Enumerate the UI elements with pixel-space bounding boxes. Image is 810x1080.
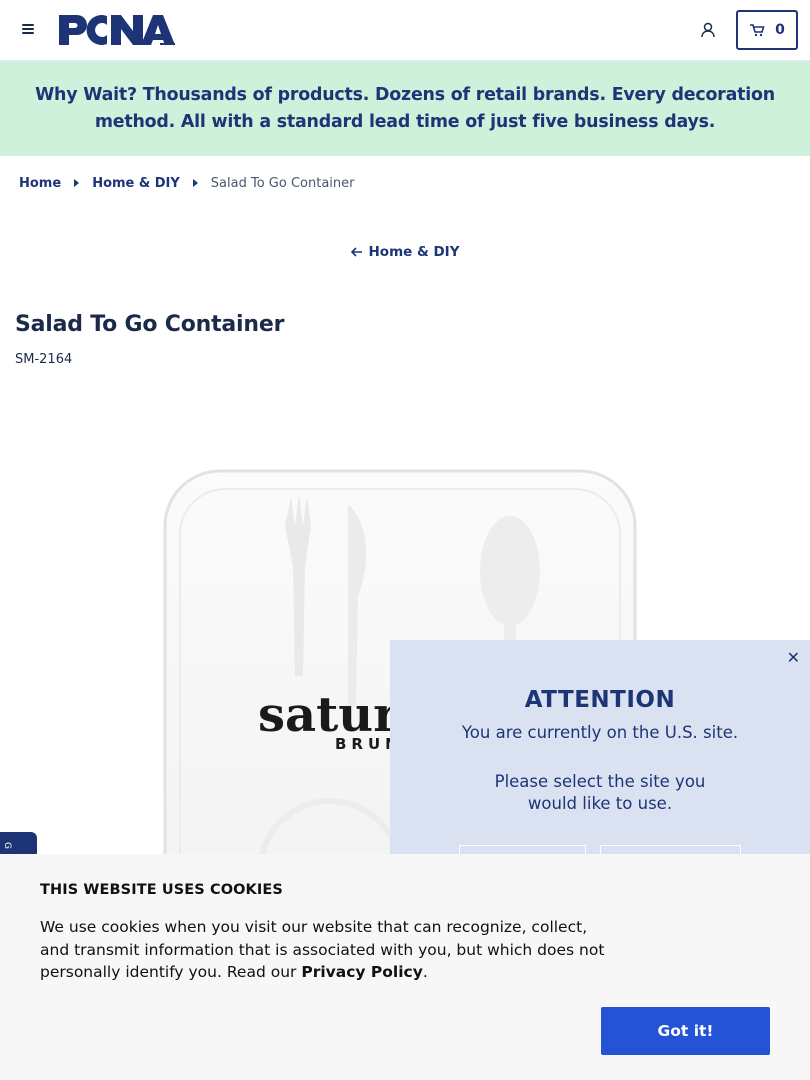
promo-text: Why Wait? Thousands of products. Dozens … <box>14 82 796 136</box>
breadcrumb-current: Salad To Go Container <box>210 175 355 191</box>
back-link-container: Home & DIY <box>0 244 810 261</box>
close-icon[interactable]: ✕ <box>787 650 800 666</box>
account-icon[interactable] <box>699 21 717 39</box>
breadcrumb-home-diy[interactable]: Home & DIY <box>92 176 180 191</box>
back-link-label: Home & DIY <box>368 244 460 260</box>
product-sku: SM-2164 <box>15 352 73 367</box>
site-header: 0 <box>0 0 810 61</box>
menu-icon[interactable] <box>20 22 36 38</box>
breadcrumb-separator-icon <box>192 179 198 187</box>
pcna-logo[interactable] <box>57 13 177 51</box>
privacy-policy-link[interactable]: Privacy Policy <box>301 963 423 981</box>
attention-current-site: You are currently on the U.S. site. <box>461 723 739 742</box>
cookie-period: . <box>422 963 428 981</box>
cart-button[interactable]: 0 <box>736 10 798 50</box>
cookie-text: We use cookies when you visit our websit… <box>40 916 620 984</box>
back-link[interactable]: Home & DIY <box>350 244 460 260</box>
side-tab-glyph: G <box>2 842 12 849</box>
promo-lead: Why Wait? <box>35 84 137 105</box>
breadcrumb-home[interactable]: Home <box>19 176 61 191</box>
site-selector-popup: ✕ ATTENTION You are currently on the U.S… <box>390 640 810 885</box>
breadcrumb-separator-icon <box>74 179 80 187</box>
promo-banner: Why Wait? Thousands of products. Dozens … <box>0 61 810 156</box>
product-title: Salad To Go Container <box>15 312 285 337</box>
accept-cookies-button[interactable]: Got it! <box>601 1007 770 1055</box>
cart-count: 0 <box>775 22 785 38</box>
cookie-title: THIS WEBSITE USES COOKIES <box>40 882 283 898</box>
attention-title: ATTENTION <box>524 687 676 713</box>
breadcrumb: Home Home & DIY Salad To Go Container <box>19 173 354 193</box>
promo-body: Thousands of products. Dozens of retail … <box>94 84 775 132</box>
cookie-banner: THIS WEBSITE USES COOKIES We use cookies… <box>0 854 810 1080</box>
attention-instruction: Please select the site you would like to… <box>494 772 706 813</box>
cart-icon <box>750 24 765 37</box>
arrow-left-icon <box>350 247 362 257</box>
